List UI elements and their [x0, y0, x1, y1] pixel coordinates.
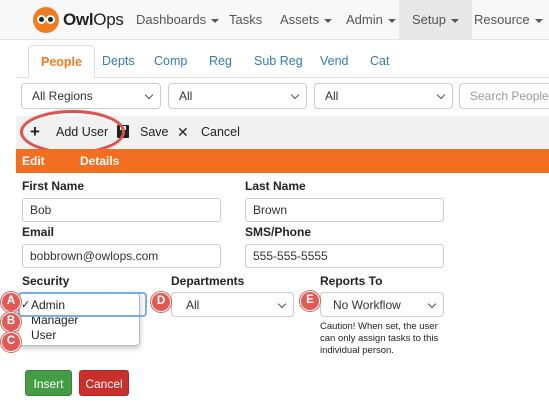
reports-to-label: Reports To: [320, 274, 383, 288]
chevron-down-icon: [290, 90, 300, 100]
last-name-label: Last Name: [245, 179, 306, 193]
filter-select-3[interactable]: All: [314, 83, 453, 109]
edit-label: Edit: [22, 154, 45, 168]
departments-label: Departments: [171, 274, 245, 288]
tab-sub-reg[interactable]: Sub Reg: [254, 45, 303, 78]
caret-down-icon: [324, 18, 333, 23]
annotation-badge-b: B: [1, 312, 21, 332]
departments-value: All: [186, 298, 200, 312]
reports-to-caution-text: Caution! When set, the user can only ass…: [320, 321, 439, 356]
reports-to-select[interactable]: No Workflow: [320, 292, 444, 317]
caret-down-icon: [387, 18, 396, 23]
first-name-label: First Name: [22, 179, 85, 193]
caret-down-icon: [450, 18, 459, 23]
nav-setup[interactable]: Setup: [399, 0, 472, 40]
nav-admin[interactable]: Admin: [346, 0, 396, 40]
first-name-field[interactable]: Bob: [22, 198, 221, 222]
email-field[interactable]: bobbrown@owlops.com: [22, 244, 221, 268]
filter-2-value: All: [179, 89, 193, 103]
details-label: Details: [80, 154, 120, 168]
email-label: Email: [22, 225, 55, 239]
tab-cat[interactable]: Cat: [370, 45, 389, 78]
nav-tasks[interactable]: Tasks: [229, 0, 262, 40]
annotation-badge-a: A: [1, 292, 21, 312]
phone-field[interactable]: 555-555-5555: [245, 244, 444, 268]
tab-reg[interactable]: Reg: [209, 45, 232, 78]
departments-select[interactable]: All: [171, 292, 294, 317]
region-filter-select[interactable]: All Regions: [21, 83, 161, 109]
tab-comp[interactable]: Comp: [154, 45, 187, 78]
last-name-field[interactable]: Brown: [245, 198, 444, 222]
chevron-down-icon: [144, 90, 154, 100]
tab-people[interactable]: People: [28, 45, 95, 79]
chevron-down-icon: [436, 90, 446, 100]
tab-vend[interactable]: Vend: [320, 45, 349, 78]
chevron-down-icon: [277, 299, 287, 309]
insert-button[interactable]: Insert: [25, 370, 72, 396]
caret-down-icon: [211, 18, 220, 23]
cancel-toolbar-button[interactable]: Cancel: [201, 116, 240, 148]
chevron-down-icon: [427, 299, 437, 309]
caret-down-icon: [534, 18, 543, 23]
security-option-user[interactable]: User: [31, 328, 56, 342]
nav-assets[interactable]: Assets: [280, 0, 333, 40]
cancel-button[interactable]: Cancel: [79, 370, 129, 396]
edit-details-header: Edit Details: [16, 149, 549, 173]
save-button[interactable]: Save: [140, 116, 169, 148]
reports-to-value: No Workflow: [333, 298, 401, 312]
top-navbar: OwlOps Dashboards Tasks Assets Admin Set…: [0, 0, 549, 40]
filter-3-value: All: [325, 89, 339, 103]
phone-label: SMS/Phone: [245, 225, 312, 239]
annotation-badge-c: C: [1, 332, 21, 352]
nav-resource[interactable]: Resource: [474, 0, 543, 40]
search-people-input[interactable]: Search People: [459, 83, 549, 109]
app-logo[interactable]: OwlOps: [33, 7, 124, 33]
tab-depts[interactable]: Depts: [102, 45, 135, 78]
region-filter-value: All Regions: [32, 89, 93, 103]
filter-select-2[interactable]: All: [168, 83, 307, 109]
annotation-badge-e: E: [300, 291, 320, 311]
logo-text: OwlOps: [63, 10, 124, 29]
annotation-badge-d: D: [151, 292, 171, 312]
close-icon: ✕: [177, 124, 189, 140]
security-select-focus-ring: [18, 292, 147, 317]
security-label: Security: [22, 274, 70, 288]
owl-logo-icon: [33, 7, 59, 33]
annotation-highlight-ring: [20, 110, 125, 154]
nav-dashboards[interactable]: Dashboards: [136, 0, 220, 40]
setup-tabs: People Depts Comp Reg Sub Reg Vend Cat: [16, 45, 549, 79]
